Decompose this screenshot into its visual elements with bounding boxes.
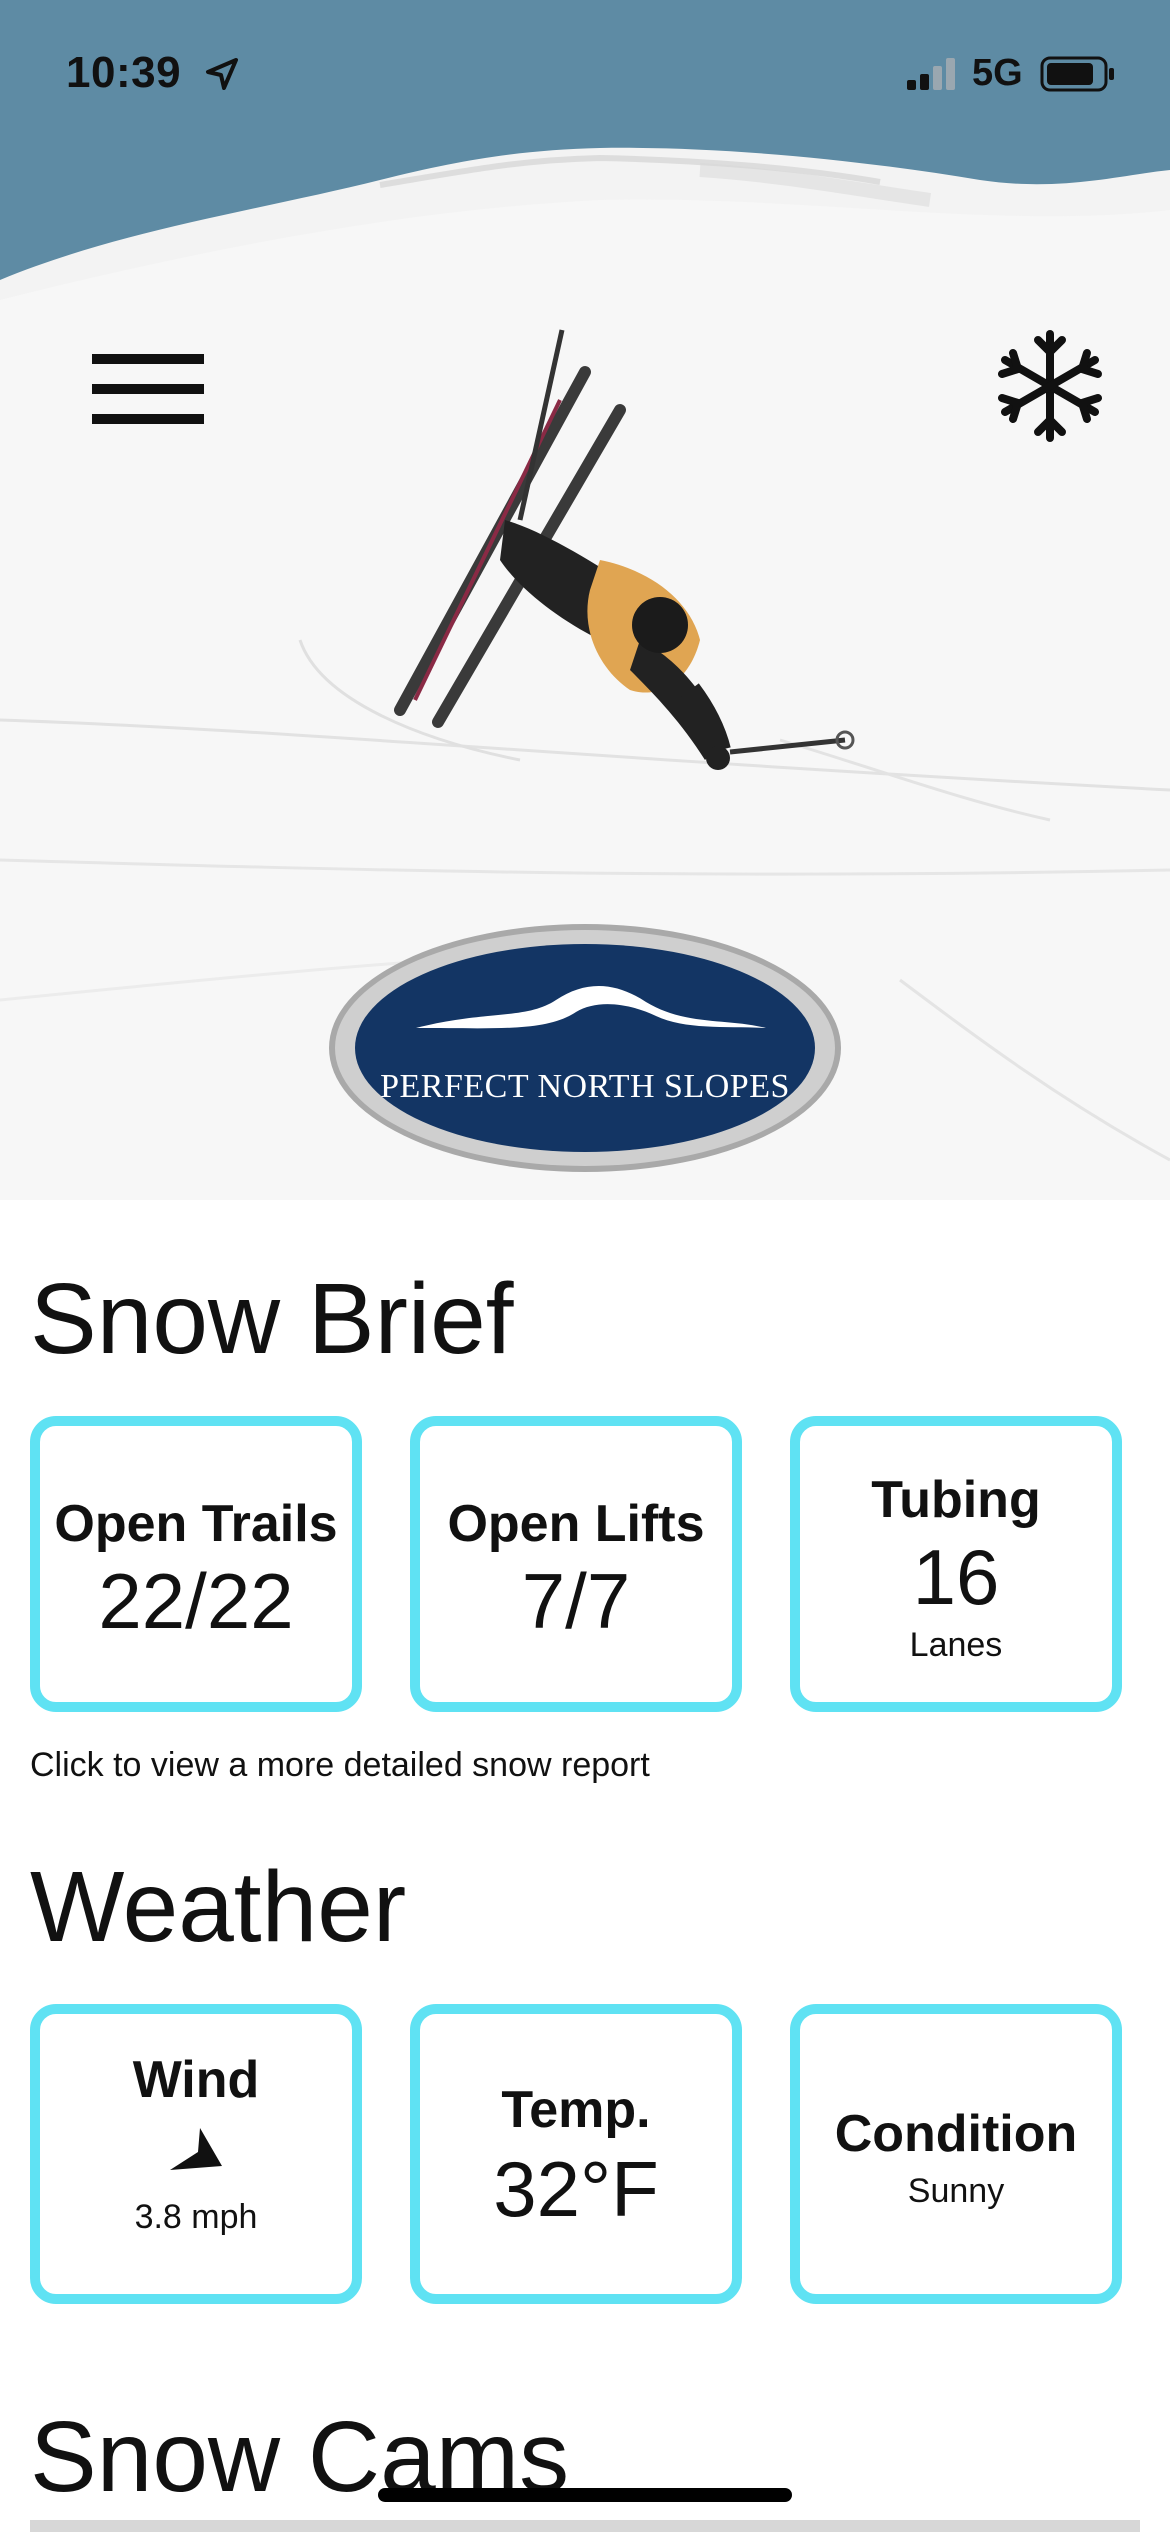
temperature-value: 32°F — [493, 2145, 659, 2233]
wind-label: Wind — [132, 2051, 260, 2109]
weather-title: Weather — [30, 1851, 407, 1963]
tubing-unit: Lanes — [909, 1626, 1003, 1664]
hero-image: 10:39 5G PERFECT NORTH SLOPES — [0, 0, 1170, 1200]
status-bar: 10:39 5G — [0, 0, 1170, 140]
tubing-card[interactable]: Tubing 16 Lanes — [790, 1416, 1122, 1712]
cellular-signal-icon — [907, 58, 955, 90]
wind-card[interactable]: Wind 3.8 mph — [30, 2004, 362, 2304]
snow-cam-preview[interactable] — [30, 2520, 1140, 2532]
tubing-value: 16 — [912, 1533, 1000, 1621]
battery-icon — [1040, 56, 1114, 92]
snow-report-hint[interactable]: Click to view a more detailed snow repor… — [30, 1746, 650, 1785]
open-trails-card[interactable]: Open Trails 22/22 — [30, 1416, 362, 1712]
location-arrow-icon — [206, 58, 238, 90]
open-trails-label: Open Trails — [54, 1495, 338, 1553]
snowflake-icon[interactable] — [990, 326, 1110, 446]
condition-card[interactable]: Condition Sunny — [790, 2004, 1122, 2304]
hamburger-menu-button[interactable] — [80, 340, 210, 440]
brand-logo: PERFECT NORTH SLOPES — [326, 920, 844, 1180]
home-indicator[interactable] — [378, 2488, 792, 2502]
open-trails-value: 22/22 — [98, 1557, 294, 1645]
tubing-label: Tubing — [871, 1471, 1041, 1529]
open-lifts-value: 7/7 — [521, 1557, 631, 1645]
status-time: 10:39 — [66, 48, 182, 97]
temperature-label: Temp. — [501, 2081, 651, 2139]
open-lifts-card[interactable]: Open Lifts 7/7 — [410, 1416, 742, 1712]
condition-label: Condition — [834, 2105, 1078, 2163]
network-type: 5G — [972, 52, 1023, 94]
snow-brief-title: Snow Brief — [30, 1263, 514, 1375]
condition-value: Sunny — [907, 2172, 1005, 2210]
brand-logo-text: PERFECT NORTH SLOPES — [380, 1068, 790, 1105]
wind-speed: 3.8 mph — [134, 2198, 258, 2236]
temperature-card[interactable]: Temp. 32°F — [410, 2004, 742, 2304]
wind-direction-arrow-icon — [170, 2128, 222, 2170]
open-lifts-label: Open Lifts — [447, 1495, 705, 1553]
